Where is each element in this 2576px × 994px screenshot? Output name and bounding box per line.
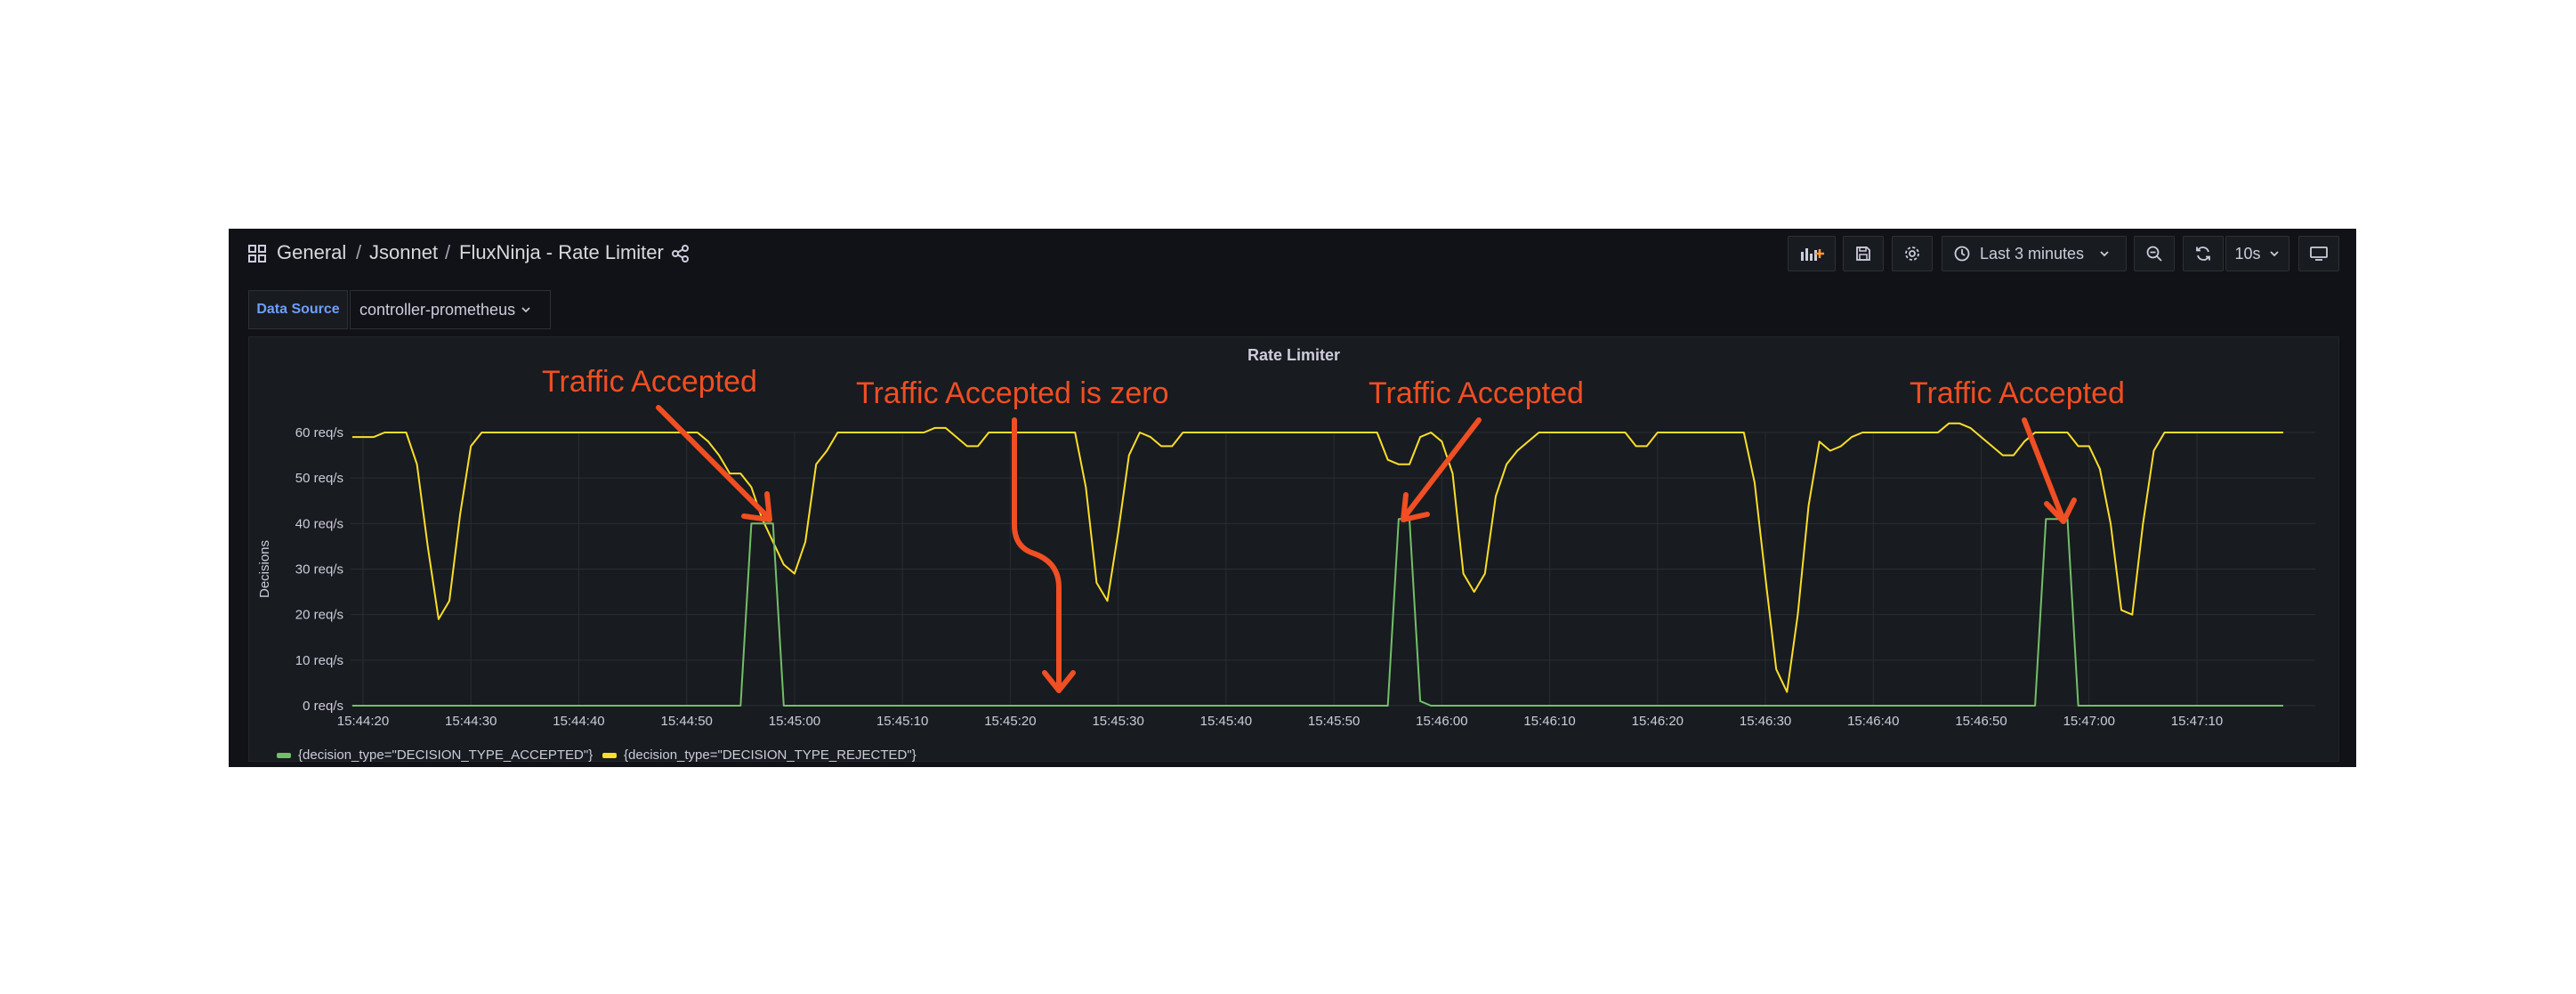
x-tick-label: 15:44:40 — [553, 714, 604, 729]
x-tick-label: 15:46:40 — [1847, 714, 1899, 729]
y-tick-label: 40 req/s — [295, 516, 343, 531]
clock-icon — [1954, 246, 1970, 262]
series-line-accepted — [351, 518, 2283, 707]
x-tick-label: 15:46:30 — [1740, 714, 1791, 729]
breadcrumb-separator: / — [356, 241, 362, 263]
tv-mode-button[interactable] — [2298, 236, 2339, 271]
annotation-traffic-accepted-3: Traffic Accepted — [1910, 376, 2125, 410]
legend-label-accepted: {decision_type="DECISION_TYPE_ACCEPTED"} — [298, 748, 594, 763]
zoom-out-button[interactable] — [2134, 236, 2175, 271]
x-tick-label: 15:44:20 — [337, 714, 389, 729]
x-tick-label: 15:45:40 — [1200, 714, 1252, 729]
save-icon — [1856, 246, 1870, 261]
annotation-traffic-accepted-1: Traffic Accepted — [542, 365, 757, 399]
chevron-down-icon — [2269, 251, 2279, 257]
dashboards-grid-icon[interactable] — [247, 244, 267, 263]
x-tick-label: 15:45:00 — [769, 714, 820, 729]
zoom-out-icon — [2146, 246, 2162, 262]
legend-label-rejected: {decision_type="DECISION_TYPE_REJECTED"} — [624, 748, 917, 763]
breadcrumb-folder[interactable]: Jsonnet — [369, 241, 438, 264]
top-navbar: General / Jsonnet / FluxNinja - Rate Lim… — [229, 229, 2356, 280]
y-tick-label: 20 req/s — [295, 608, 343, 623]
x-tick-label: 15:45:50 — [1308, 714, 1360, 729]
dashboard-title[interactable]: FluxNinja - Rate Limiter — [459, 241, 664, 264]
x-tick-label: 15:44:30 — [445, 714, 497, 729]
gear-icon — [1905, 246, 1919, 261]
x-tick-label: 15:46:20 — [1632, 714, 1684, 729]
y-tick-label: 60 req/s — [295, 425, 343, 440]
refresh-interval-label: 10s — [2234, 244, 2261, 263]
x-tick-label: 15:45:20 — [984, 714, 1036, 729]
legend-swatch-rejected — [602, 752, 617, 758]
dashboard-window: General / Jsonnet / FluxNinja - Rate Lim… — [229, 229, 2356, 767]
legend-item-accepted[interactable]: {decision_type="DECISION_TYPE_ACCEPTED"} — [277, 748, 593, 763]
x-tick-label: 15:45:30 — [1092, 714, 1143, 729]
add-panel-icon — [1801, 248, 1824, 261]
monitor-icon — [2310, 246, 2328, 261]
annotation-traffic-accepted-2: Traffic Accepted — [1369, 376, 1584, 410]
refresh-icon — [2196, 246, 2210, 261]
datasource-value: controller-prometheus — [359, 300, 516, 319]
time-range-label: Last 3 minutes — [1980, 244, 2085, 263]
breadcrumb-separator: / — [445, 241, 451, 263]
save-dashboard-button[interactable] — [1843, 236, 1884, 271]
x-tick-label: 15:45:10 — [876, 714, 928, 729]
legend-swatch-accepted — [277, 752, 291, 758]
x-tick-label: 15:47:00 — [2063, 714, 2115, 729]
datasource-select[interactable]: controller-prometheus — [350, 290, 551, 329]
annotation-traffic-accepted-zero: Traffic Accepted is zero — [856, 376, 1169, 410]
breadcrumb-root[interactable]: General — [277, 241, 346, 264]
y-axis-label: Decisions — [257, 540, 272, 598]
chevron-down-icon — [521, 307, 530, 313]
add-panel-button[interactable] — [1788, 236, 1836, 271]
y-tick-label: 30 req/s — [295, 562, 343, 578]
time-range-picker[interactable]: Last 3 minutes — [1942, 236, 2127, 271]
refresh-interval-picker[interactable]: 10s — [2225, 236, 2289, 271]
x-tick-label: 15:46:50 — [1955, 714, 2007, 729]
chevron-down-icon — [2100, 251, 2109, 257]
refresh-button[interactable] — [2183, 236, 2224, 271]
x-tick-label: 15:46:10 — [1523, 714, 1575, 729]
x-tick-label: 15:47:10 — [2171, 714, 2223, 729]
share-icon[interactable] — [671, 244, 690, 263]
y-tick-label: 10 req/s — [295, 653, 343, 668]
series-line-rejected — [351, 422, 2283, 693]
x-tick-label: 15:46:00 — [1416, 714, 1467, 729]
legend-item-rejected[interactable]: {decision_type="DECISION_TYPE_REJECTED"} — [602, 748, 917, 763]
y-tick-label: 50 req/s — [295, 471, 343, 486]
y-tick-label: 0 req/s — [303, 699, 343, 714]
datasource-variable-label: Data Source — [248, 290, 348, 329]
dashboard-settings-button[interactable] — [1892, 236, 1933, 271]
x-tick-label: 15:44:50 — [661, 714, 713, 729]
